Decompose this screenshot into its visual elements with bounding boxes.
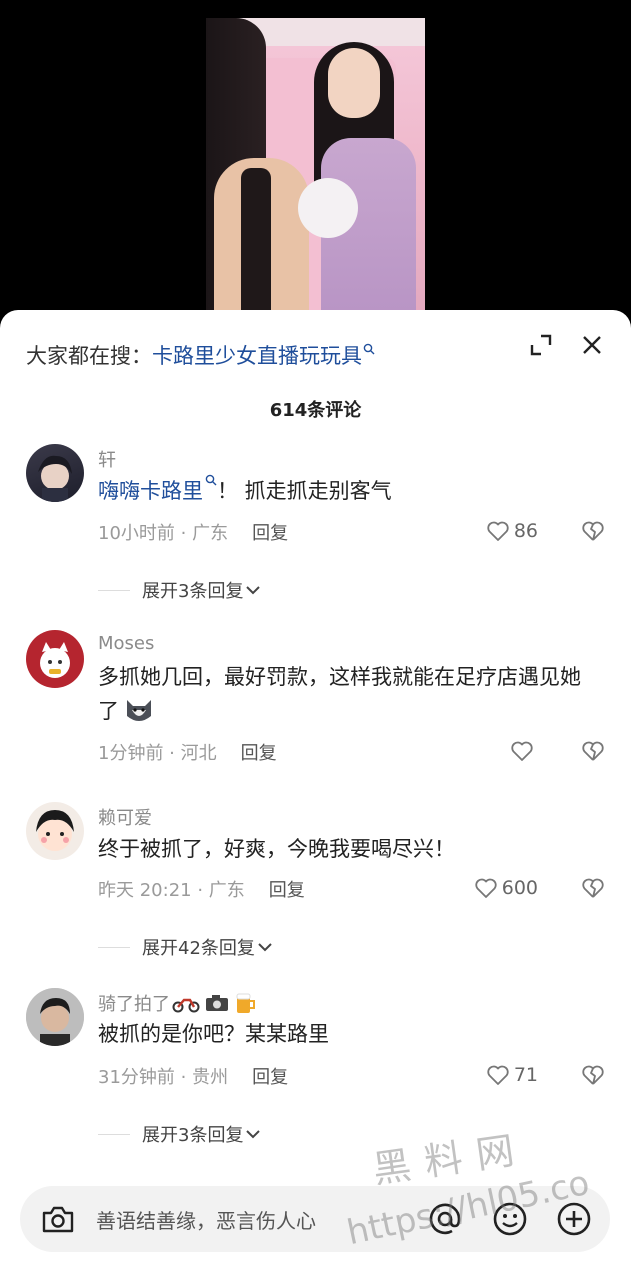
expand-divider xyxy=(98,946,130,948)
broken-heart-icon xyxy=(582,878,604,898)
comment-text: 多抓她几回，最好罚款，这样我就能在足疗店遇见她了 xyxy=(98,660,598,728)
close-icon[interactable] xyxy=(577,330,607,360)
chevron-down-icon xyxy=(246,1130,261,1139)
comment-username[interactable]: 轩 xyxy=(98,446,116,472)
like-count: 71 xyxy=(513,1064,538,1086)
comment-meta: 31分钟前 · 贵州 回复 xyxy=(98,1063,288,1089)
chevron-down-icon xyxy=(246,586,261,595)
broken-heart-icon xyxy=(582,1065,604,1085)
comment-input[interactable]: 善语结善缘，恶言伤人心 xyxy=(96,1205,316,1234)
chevron-down-icon xyxy=(258,943,272,952)
camera-icon xyxy=(206,995,228,1011)
like-button[interactable] xyxy=(510,740,538,762)
comment-body: 多抓她几回，最好罚款，这样我就能在足疗店遇见她了 xyxy=(98,665,581,723)
search-icon xyxy=(205,474,217,486)
comment-text: 嗨嗨卡路里 ！ 抓走抓走别客气 xyxy=(98,474,598,508)
camera-icon xyxy=(42,1206,74,1233)
comment-time: 昨天 20:21 · 广东 xyxy=(98,880,245,901)
comment-username[interactable]: 骑了拍了 xyxy=(98,990,170,1016)
comment-body: ！ 抓走抓走别客气 xyxy=(217,479,392,503)
reply-button[interactable]: 回复 xyxy=(252,523,288,544)
dislike-button[interactable] xyxy=(581,740,605,766)
video-back-hair xyxy=(241,168,271,330)
broken-heart-icon xyxy=(582,521,604,541)
comment-meta: 1分钟前 · 河北 回复 xyxy=(98,739,277,765)
dislike-button[interactable] xyxy=(581,1064,605,1090)
comment-time: 1分钟前 · 河北 xyxy=(98,743,217,764)
expand-divider xyxy=(98,1133,130,1135)
broken-heart-icon xyxy=(582,741,604,761)
heart-icon xyxy=(511,741,533,761)
trending-search[interactable]: 大家都在搜： 卡路里少女直播玩玩具 xyxy=(26,338,375,372)
comment-time: 31分钟前 · 贵州 xyxy=(98,1067,229,1088)
comment-mention[interactable]: 嗨嗨卡路里 xyxy=(98,479,203,503)
comment-text: 被抓的是你吧？某某路里 xyxy=(98,1022,329,1046)
expand-replies[interactable]: 展开42条回复 xyxy=(98,934,273,960)
comments-sheet xyxy=(0,310,631,1280)
beer-icon xyxy=(236,993,255,1013)
avatar[interactable] xyxy=(26,988,84,1046)
heart-icon xyxy=(475,878,497,898)
comment-username[interactable]: Moses xyxy=(98,633,154,654)
trending-search-prefix: 大家都在搜： xyxy=(26,344,152,368)
motorcycle-icon xyxy=(172,998,200,1013)
camera-button[interactable] xyxy=(38,1199,78,1239)
like-count: 86 xyxy=(513,520,538,542)
like-button[interactable]: 600 xyxy=(474,877,538,899)
like-button[interactable]: 71 xyxy=(486,1064,538,1086)
reply-button[interactable]: 回复 xyxy=(269,880,305,901)
avatar[interactable] xyxy=(26,630,84,688)
avatar[interactable] xyxy=(26,444,84,502)
video-head xyxy=(328,48,380,118)
comment-count: 614条评论 xyxy=(269,400,362,421)
comment-text: 终于被抓了，好爽，今晚我要喝尽兴！ xyxy=(98,837,455,861)
heart-icon xyxy=(487,1065,509,1085)
search-icon xyxy=(363,343,375,355)
like-count: 600 xyxy=(501,877,538,899)
trending-search-term[interactable]: 卡路里少女直播玩玩具 xyxy=(152,340,362,370)
avatar[interactable] xyxy=(26,802,84,860)
like-button[interactable]: 86 xyxy=(486,520,538,542)
comment-username[interactable]: 赖可爱 xyxy=(98,804,152,830)
comment-time: 10小时前 · 广东 xyxy=(98,523,229,544)
comment-username-row[interactable]: 骑了拍了 xyxy=(98,990,258,1016)
reply-button[interactable]: 回复 xyxy=(241,743,277,764)
expand-divider xyxy=(98,589,130,591)
expand-replies-label: 展开42条回复 xyxy=(142,938,255,959)
comment-meta: 昨天 20:21 · 广东 回复 xyxy=(98,876,305,902)
reply-button[interactable]: 回复 xyxy=(252,1067,288,1088)
heart-icon xyxy=(487,521,509,541)
expand-replies[interactable]: 展开3条回复 xyxy=(98,1121,261,1147)
dog-emoji-icon xyxy=(127,700,151,721)
dislike-button[interactable] xyxy=(581,520,605,546)
video-fan xyxy=(298,178,358,238)
video-area[interactable] xyxy=(0,0,631,330)
expand-replies[interactable]: 展开3条回复 xyxy=(98,577,261,603)
comment-meta: 10小时前 · 广东 回复 xyxy=(98,519,288,545)
expand-replies-label: 展开3条回复 xyxy=(142,581,244,602)
video-thumbnail[interactable] xyxy=(206,18,425,330)
dislike-button[interactable] xyxy=(581,877,605,903)
expand-icon[interactable] xyxy=(526,330,556,360)
expand-replies-label: 展开3条回复 xyxy=(142,1125,244,1146)
